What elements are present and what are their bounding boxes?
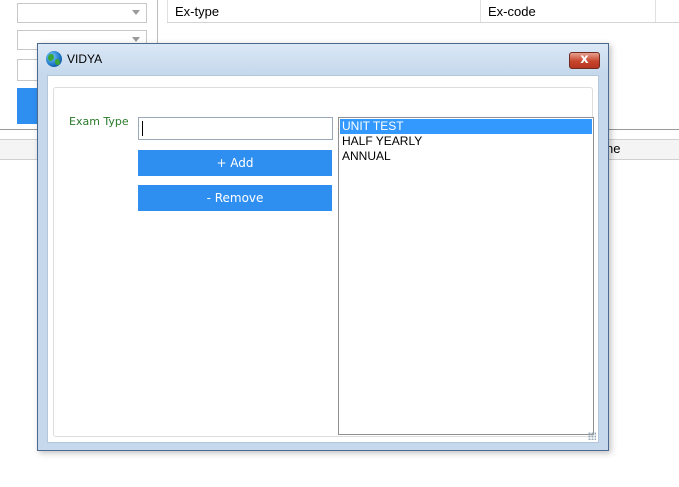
list-item-half-yearly[interactable]: HALF YEARLY bbox=[340, 134, 592, 149]
chevron-down-icon bbox=[132, 10, 140, 15]
close-icon: x bbox=[580, 52, 589, 67]
grid-column-ex-code[interactable]: Ex-code bbox=[488, 4, 536, 19]
chevron-down-icon bbox=[132, 37, 140, 42]
list-item-annual[interactable]: ANNUAL bbox=[340, 149, 592, 164]
globe-icon bbox=[46, 51, 62, 67]
remove-button[interactable]: - Remove bbox=[138, 185, 332, 211]
grid-separator bbox=[167, 0, 168, 22]
grid-separator bbox=[480, 0, 481, 22]
dialog-title: VIDYA bbox=[67, 52, 103, 66]
exam-type-label: Exam Type bbox=[69, 115, 129, 128]
vidya-dialog: VIDYA x Exam Type + Add - Remove UNIT TE… bbox=[37, 43, 609, 451]
grid-column-ex-type[interactable]: Ex-type bbox=[175, 4, 219, 19]
add-button[interactable]: + Add bbox=[138, 150, 332, 176]
close-button[interactable]: x bbox=[569, 52, 600, 69]
dialog-titlebar[interactable]: VIDYA x bbox=[38, 44, 608, 74]
grid-separator bbox=[655, 0, 656, 22]
exam-type-input[interactable] bbox=[138, 117, 333, 140]
exam-type-group: Exam Type + Add - Remove UNIT TEST HALF … bbox=[53, 87, 594, 437]
resize-grip-icon[interactable] bbox=[588, 432, 596, 440]
exam-grid-header: Ex-type Ex-code bbox=[167, 0, 679, 23]
exam-type-list[interactable]: UNIT TEST HALF YEARLY ANNUAL bbox=[338, 117, 594, 435]
text-caret bbox=[142, 121, 143, 136]
dialog-client-area: Exam Type + Add - Remove UNIT TEST HALF … bbox=[47, 75, 599, 443]
filter-combo-1[interactable] bbox=[17, 3, 147, 23]
list-item-unit-test[interactable]: UNIT TEST bbox=[340, 119, 592, 134]
